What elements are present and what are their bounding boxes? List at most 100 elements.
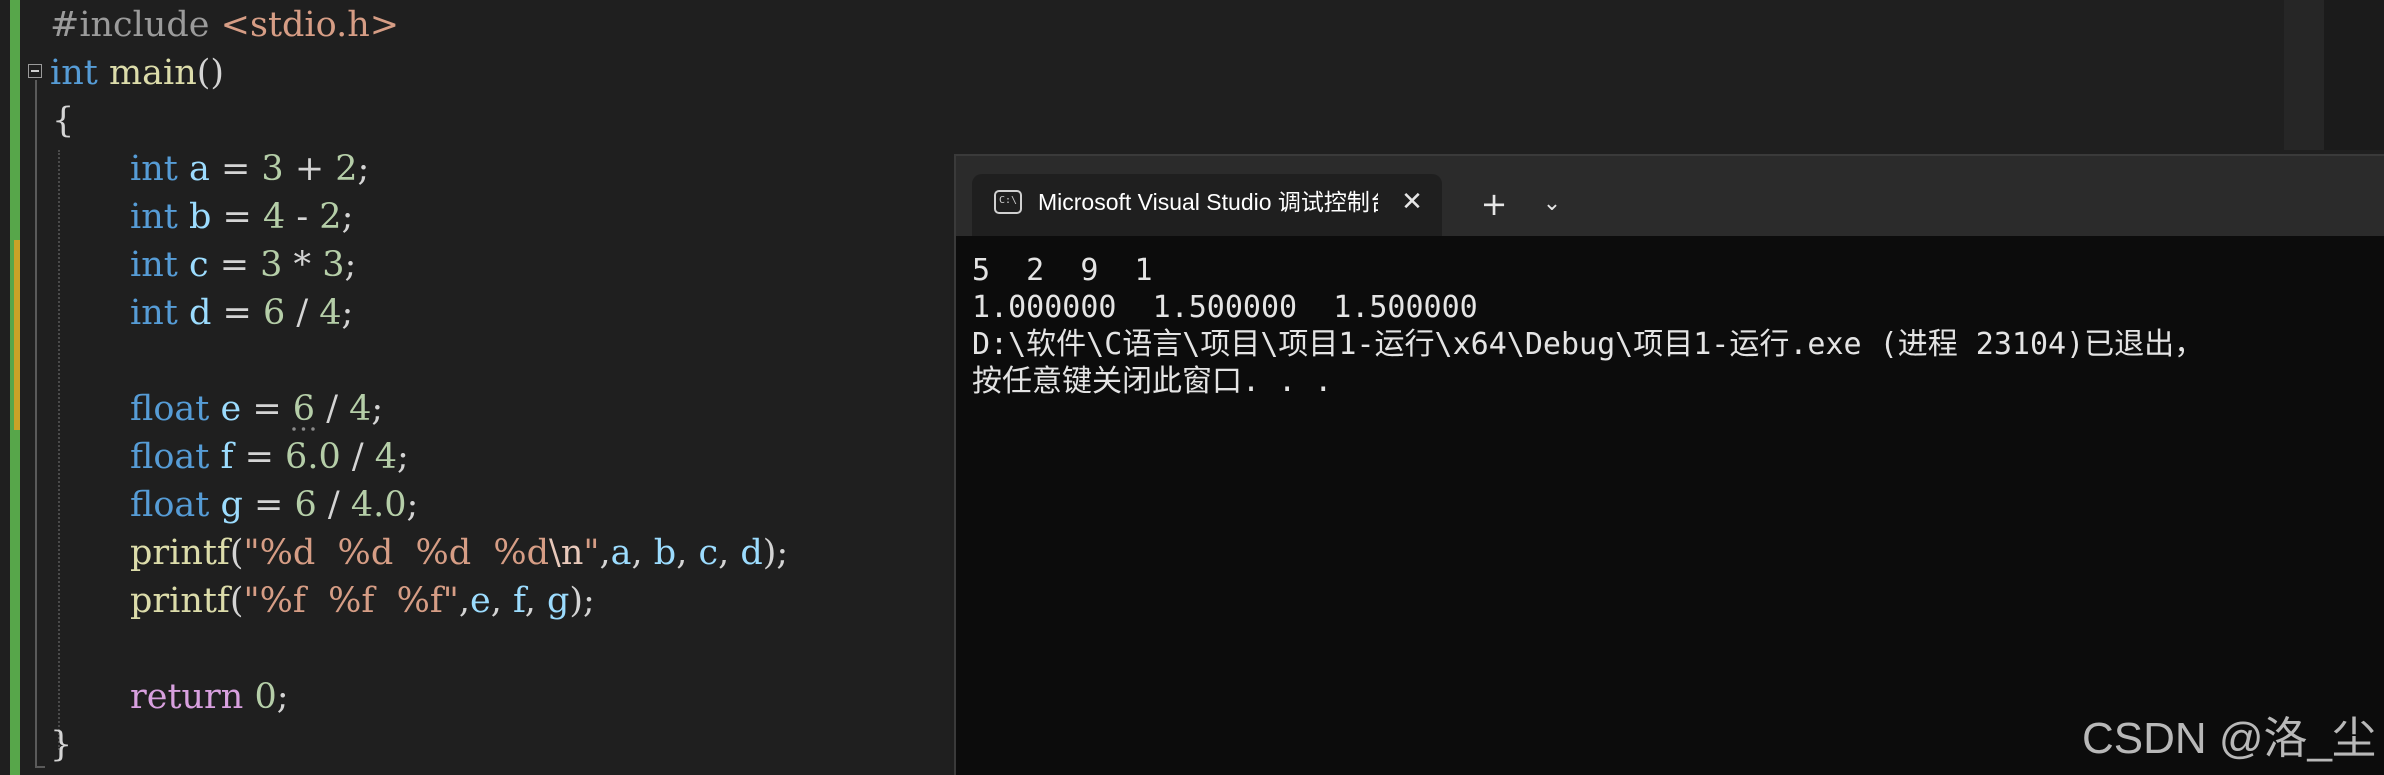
paren-open: ( — [229, 581, 244, 621]
code-line-printf-2[interactable]: printf("%f %f %f",e, f, g); — [130, 578, 595, 624]
terminal-titlebar[interactable]: C:\ Microsoft Visual Studio 调试控制台 ✕ + ⌄ — [956, 156, 2384, 236]
number-literal: 4 — [319, 293, 342, 333]
var-name: f — [220, 437, 234, 477]
terminal-tab[interactable]: C:\ Microsoft Visual Studio 调试控制台 ✕ — [972, 174, 1442, 236]
operator: + — [283, 149, 336, 189]
number-literal: 2 — [335, 149, 358, 189]
number-literal: 6 — [262, 293, 286, 333]
operator: / — [315, 389, 350, 429]
arg: b — [653, 533, 677, 573]
type-keyword: int — [130, 293, 178, 333]
code-line-decl-f[interactable]: float f = 6.0 / 4; — [130, 434, 409, 480]
arg: g — [547, 581, 570, 621]
include-file: <stdio.h> — [220, 5, 400, 45]
output-line: D:\软件\C语言\项目\项目1-运行\x64\Debug\项目1-运行.exe… — [972, 327, 2205, 362]
assign-op: = — [233, 437, 286, 477]
type-keyword: float — [130, 437, 210, 477]
debug-console-window[interactable]: C:\ Microsoft Visual Studio 调试控制台 ✕ + ⌄ … — [954, 154, 2384, 775]
arg: a — [610, 533, 632, 573]
paren-open: ( — [229, 533, 244, 573]
code-line-return[interactable]: return 0; — [130, 674, 289, 720]
code-line-include[interactable]: #include <stdio.h> — [50, 2, 399, 48]
var-name: g — [220, 485, 243, 525]
type-keyword: float — [130, 389, 210, 429]
function-call: printf — [130, 533, 230, 573]
fold-region-line — [35, 80, 37, 768]
semicolon: ; — [276, 677, 289, 717]
new-tab-button[interactable]: + — [1472, 182, 1516, 226]
collapse-toggle-icon[interactable] — [28, 64, 42, 78]
code-line-decl-d[interactable]: int d = 6 / 4; — [130, 290, 353, 336]
var-name: d — [188, 293, 212, 333]
unsaved-change-marker — [14, 240, 20, 430]
var-name: e — [220, 389, 242, 429]
semicolon: ; — [371, 389, 384, 429]
semicolon: ; — [406, 485, 419, 525]
number-literal: 0 — [254, 677, 277, 717]
format-string: "%f %f %f" — [243, 581, 459, 621]
arg: e — [470, 581, 491, 621]
code-line-close-brace[interactable]: } — [50, 722, 72, 768]
preprocessor-directive: #include — [50, 5, 210, 45]
number-literal: 3 — [322, 245, 345, 285]
var-name: a — [188, 149, 210, 189]
type-keyword: int — [130, 197, 178, 237]
code-line-decl-a[interactable]: int a = 3 + 2; — [130, 146, 369, 192]
paren-close: ); — [762, 533, 789, 573]
assign-op: = — [208, 245, 261, 285]
code-line-printf-1[interactable]: printf("%d %d %d %d\n",a, b, c, d); — [130, 530, 788, 576]
function-name: main — [108, 53, 197, 93]
return-type: int — [50, 53, 98, 93]
semicolon: ; — [344, 245, 357, 285]
semicolon: ; — [357, 149, 370, 189]
var-name: c — [188, 245, 209, 285]
assign-op: = — [242, 485, 295, 525]
operator: * — [282, 245, 323, 285]
output-line: 按任意键关闭此窗口. . . — [972, 364, 1333, 399]
comma: , — [599, 533, 611, 573]
tab-title: Microsoft Visual Studio 调试控制台 — [1038, 189, 1378, 215]
chevron-down-icon[interactable]: ⌄ — [1530, 182, 1574, 226]
code-line-decl-b[interactable]: int b = 4 - 2; — [130, 194, 353, 240]
number-literal: 6.0 — [285, 437, 341, 477]
paren-close: ); — [569, 581, 595, 621]
operator: - — [285, 197, 320, 237]
type-keyword: float — [130, 485, 210, 525]
number-literal: 2 — [319, 197, 342, 237]
comma: , — [524, 581, 547, 621]
function-call: printf — [130, 581, 230, 621]
assign-op: = — [241, 389, 293, 429]
comma: , — [458, 581, 471, 621]
terminal-output[interactable]: 5 2 9 1 1.000000 1.500000 1.500000 D:\软件… — [972, 252, 2384, 400]
code-line-decl-g[interactable]: float g = 6 / 4.0; — [130, 482, 418, 528]
arg: f — [513, 581, 525, 621]
operator: / — [285, 293, 320, 333]
output-line: 5 2 9 1 — [972, 253, 1153, 288]
code-line-decl-e[interactable]: float e = 6 / 4; — [130, 386, 383, 432]
operator: / — [316, 485, 351, 525]
semicolon: ; — [341, 293, 354, 333]
close-icon[interactable]: ✕ — [1392, 182, 1432, 222]
arg: c — [698, 533, 719, 573]
code-line-decl-c[interactable]: int c = 3 * 3; — [130, 242, 356, 288]
operator: / — [340, 437, 375, 477]
escape-sequence: \n — [549, 533, 584, 573]
parens: () — [196, 53, 225, 93]
close-brace: } — [50, 725, 73, 765]
number-literal: 6 — [294, 485, 317, 525]
format-string-end: " — [583, 533, 600, 573]
open-brace: { — [52, 101, 75, 141]
editor-scrollbar-track[interactable] — [2284, 0, 2324, 150]
code-line-open-brace[interactable]: { — [52, 98, 74, 144]
editor-margin — [2324, 0, 2384, 150]
number-literal: 4 — [374, 437, 398, 477]
assign-op: = — [209, 149, 262, 189]
fold-region-end — [35, 766, 45, 768]
code-line-main[interactable]: int main() — [50, 50, 224, 96]
watermark: CSDN @洛_尘 — [2081, 714, 2376, 763]
output-line: 1.000000 1.500000 1.500000 — [972, 290, 1478, 325]
number-literal: 4 — [262, 197, 286, 237]
arg: d — [740, 533, 763, 573]
number-literal-warning[interactable]: 6 — [293, 389, 315, 429]
var-name: b — [188, 197, 212, 237]
